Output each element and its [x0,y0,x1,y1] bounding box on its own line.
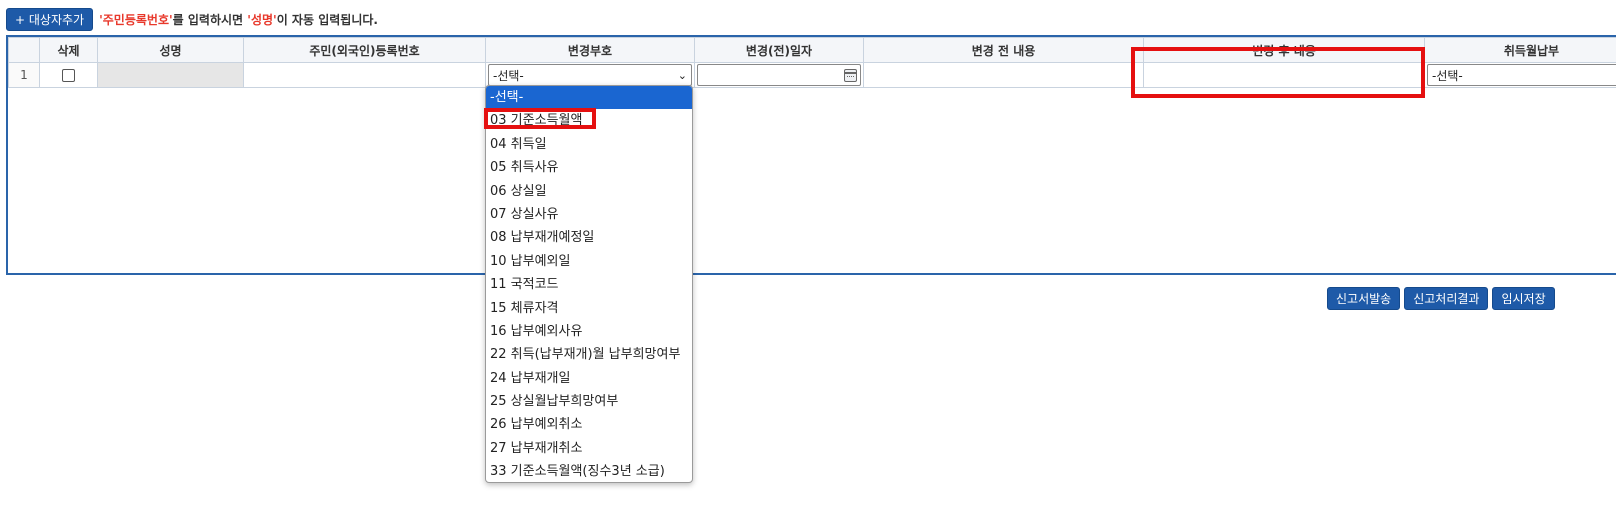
header-name: 성명 [97,37,244,63]
dropdown-option[interactable]: 08 납부재개예정일 [486,226,692,249]
hint-text: '주민등록번호'를 입력하시면 '성명'이 자동 입력됩니다. [99,11,378,28]
dropdown-option[interactable]: 06 상실일 [486,180,692,203]
dropdown-option[interactable]: -선택- [486,86,692,110]
acq-month-value: -선택- [1432,68,1463,83]
row-number: 1 [8,62,40,88]
name-cell [97,62,244,88]
dropdown-option[interactable]: 07 상실사유 [486,203,692,226]
header-acq-month: 취득월납부 [1424,37,1616,63]
hint-end: 이 자동 입력됩니다. [276,12,378,27]
report-result-button[interactable]: 신고처리결과 [1404,287,1489,310]
change-date-cell [694,62,864,88]
dropdown-option[interactable]: 33 기준소득월액(징수3년 소급) [486,460,692,482]
calendar-icon[interactable] [844,68,857,82]
add-target-button[interactable]: + 대상자추가 [6,7,94,31]
dropdown-option[interactable]: 24 납부재개일 [486,367,692,390]
send-report-button[interactable]: 신고서발송 [1327,287,1401,310]
dropdown-option[interactable]: 10 납부예외일 [486,250,692,273]
header-delete: 삭제 [39,37,98,63]
rrn-input[interactable] [243,62,486,88]
change-date-input[interactable] [697,64,861,86]
header-change-date: 변경(전)일자 [694,37,864,63]
acq-month-select[interactable]: -선택- ⌄ [1427,64,1616,86]
acq-month-cell: -선택- ⌄ [1424,62,1616,88]
dropdown-option[interactable]: 22 취득(납부재개)월 납부희망여부 [486,343,692,366]
highlight-option-03 [484,108,596,129]
delete-checkbox[interactable] [62,69,75,82]
chevron-down-icon: ⌄ [677,68,687,82]
dropdown-option[interactable]: 27 납부재개취소 [486,437,692,460]
hint-mid: 를 입력하시면 [172,12,248,27]
highlight-after-content [1131,47,1425,98]
dropdown-option[interactable]: 11 국적코드 [486,273,692,296]
dropdown-option[interactable]: 15 체류자격 [486,297,692,320]
change-code-dropdown-list: -선택- 03 기준소득월액 04 취득일 05 취득사유 06 상실일 07 … [485,85,693,483]
change-code-select[interactable]: -선택- ⌄ [488,64,692,86]
before-content-input[interactable] [863,62,1144,88]
temp-save-button[interactable]: 임시저장 [1492,287,1555,310]
change-code-cell: -선택- ⌄ [485,62,695,88]
delete-cell [39,62,98,88]
hint-name: '성명' [247,12,277,27]
dropdown-option[interactable]: 05 취득사유 [486,156,692,179]
header-rrn: 주민(외국인)등록번호 [243,37,486,63]
dropdown-option[interactable]: 25 상실월납부희망여부 [486,390,692,413]
toolbar: + 대상자추가 '주민등록번호'를 입력하시면 '성명'이 자동 입력됩니다. [6,7,378,31]
header-rownum [8,37,40,63]
change-code-value: -선택- [493,68,524,83]
header-before-content: 변경 전 내용 [863,37,1144,63]
dropdown-option[interactable]: 04 취득일 [486,133,692,156]
hint-rrn: '주민등록번호' [99,12,173,27]
dropdown-option[interactable]: 26 납부예외취소 [486,413,692,436]
action-bar: 신고서발송 신고처리결과 임시저장 [1327,287,1555,310]
header-change-code: 변경부호 [485,37,695,63]
dropdown-option[interactable]: 16 납부예외사유 [486,320,692,343]
